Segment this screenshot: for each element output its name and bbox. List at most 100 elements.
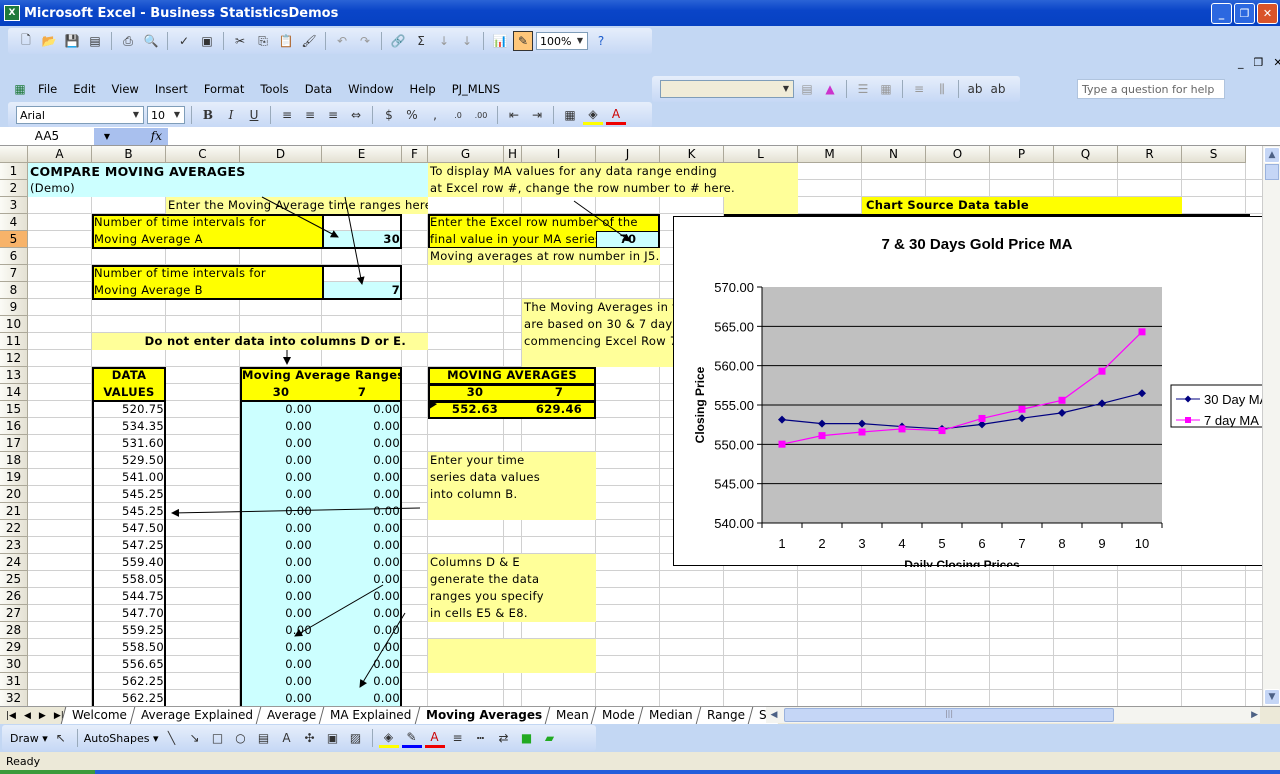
font-color-draw-icon[interactable]: A (424, 728, 445, 748)
row-header-8[interactable]: 8 (0, 282, 28, 299)
data-value-cell[interactable]: 559.25 (92, 622, 166, 639)
data-point-7-day[interactable] (778, 440, 786, 448)
help-search-input[interactable]: Type a question for help (1077, 79, 1225, 99)
row-header-5[interactable]: 5 (0, 231, 28, 248)
permission-icon[interactable]: ▤ (85, 31, 105, 51)
by-column-icon[interactable]: ⫼ (932, 79, 952, 99)
line-style-icon[interactable]: ≡ (448, 728, 468, 748)
data-point-7-day[interactable] (1138, 328, 1146, 336)
italic-button[interactable]: I (221, 105, 241, 125)
autoshapes-menu[interactable]: AutoShapes ▾ (84, 732, 159, 745)
data-point-7-day[interactable] (898, 425, 906, 433)
insert-function-icon[interactable]: fx (120, 127, 168, 145)
line-color-icon[interactable]: ✎ (401, 728, 422, 748)
redo-icon[interactable]: ↷ (355, 31, 375, 51)
sort-descending-icon[interactable]: ↓ (457, 31, 477, 51)
row-header-13[interactable]: 13 (0, 367, 28, 384)
column-header-h[interactable]: H (504, 146, 522, 163)
align-right-icon[interactable]: ≡ (323, 105, 343, 125)
column-header-s[interactable]: S (1182, 146, 1246, 163)
menu-window[interactable]: Window (348, 82, 393, 96)
paste-icon[interactable]: 📋 (276, 31, 296, 51)
wordart-icon[interactable]: A (277, 728, 297, 748)
row-header-11[interactable]: 11 (0, 333, 28, 350)
align-left-icon[interactable]: ≡ (277, 105, 297, 125)
menu-pj-mlns[interactable]: PJ_MLNS (452, 82, 500, 96)
percent-button[interactable]: % (402, 105, 422, 125)
legend-icon[interactable]: ☰ (853, 79, 873, 99)
formula-input[interactable] (168, 128, 1280, 145)
row-header-17[interactable]: 17 (0, 435, 28, 452)
sort-ascending-icon[interactable]: ↓ (434, 31, 454, 51)
tab-median[interactable]: Median (637, 707, 703, 724)
menu-format[interactable]: Format (204, 82, 245, 96)
menu-help[interactable]: Help (410, 82, 436, 96)
restore-button[interactable]: ❐ (1234, 3, 1255, 24)
row-header-30[interactable]: 30 (0, 656, 28, 673)
textbox-icon[interactable]: ▤ (254, 728, 274, 748)
tab-ma-explained[interactable]: MA Explained (318, 707, 422, 724)
row-header-7[interactable]: 7 (0, 265, 28, 282)
save-icon[interactable]: 💾 (62, 31, 82, 51)
horizontal-scroll-thumb[interactable]: ||| (784, 708, 1114, 722)
data-value-cell[interactable]: 541.00 (92, 469, 166, 486)
row-header-9[interactable]: 9 (0, 299, 28, 316)
data-value-cell[interactable]: 544.75 (92, 588, 166, 605)
row-header-16[interactable]: 16 (0, 418, 28, 435)
angle-text-up-icon[interactable]: ab (988, 79, 1008, 99)
row-header-18[interactable]: 18 (0, 452, 28, 469)
tab-moving-averages[interactable]: Moving Averages (414, 707, 552, 724)
data-point-7-day[interactable] (858, 428, 866, 436)
row-header-4[interactable]: 4 (0, 214, 28, 231)
row-header-6[interactable]: 6 (0, 248, 28, 265)
borders-icon[interactable]: ▦ (560, 105, 580, 125)
research-icon[interactable]: ▣ (197, 31, 217, 51)
row-header-22[interactable]: 22 (0, 520, 28, 537)
data-value-cell[interactable]: 547.70 (92, 605, 166, 622)
shadow-icon[interactable]: ■ (517, 728, 537, 748)
data-value-cell[interactable]: 547.25 (92, 537, 166, 554)
column-header-i[interactable]: I (522, 146, 596, 163)
scroll-down-button[interactable]: ▼ (1264, 689, 1280, 705)
align-center-icon[interactable]: ≡ (300, 105, 320, 125)
column-header-l[interactable]: L (724, 146, 798, 163)
data-point-7-day[interactable] (978, 414, 986, 422)
angle-text-down-icon[interactable]: ab (965, 79, 985, 99)
menu-view[interactable]: View (112, 82, 139, 96)
column-header-o[interactable]: O (926, 146, 990, 163)
column-header-d[interactable]: D (240, 146, 322, 163)
menu-edit[interactable]: Edit (73, 82, 95, 96)
copy-icon[interactable]: ⎘ (253, 31, 273, 51)
column-header-p[interactable]: P (990, 146, 1054, 163)
tab-welcome[interactable]: Welcome (60, 707, 138, 724)
font-size-select[interactable]: 10 ▼ (147, 106, 185, 124)
row-header-31[interactable]: 31 (0, 673, 28, 690)
column-header-c[interactable]: C (166, 146, 240, 163)
chart[interactable]: 7 & 30 Days Gold Price MA 540.00 545.00 550… (673, 216, 1280, 572)
row-header-24[interactable]: 24 (0, 554, 28, 571)
data-value-cell[interactable]: 559.40 (92, 554, 166, 571)
merge-center-icon[interactable]: ⇔ (346, 105, 366, 125)
fill-color-draw-icon[interactable]: ◈ (378, 728, 399, 748)
diagram-icon[interactable]: ✣ (300, 728, 320, 748)
row-header-21[interactable]: 21 (0, 503, 28, 520)
row-header-28[interactable]: 28 (0, 622, 28, 639)
data-value-cell[interactable]: 547.50 (92, 520, 166, 537)
increase-decimal-icon[interactable]: .0 (448, 105, 468, 125)
scroll-right-button[interactable]: ▶ (1251, 710, 1258, 720)
column-header-b[interactable]: B (92, 146, 166, 163)
data-value-cell[interactable]: 556.65 (92, 656, 166, 673)
line-icon[interactable]: ╲ (162, 728, 182, 748)
data-point-7-day[interactable] (1058, 396, 1066, 404)
help-icon[interactable]: ? (591, 31, 611, 51)
column-header-q[interactable]: Q (1054, 146, 1118, 163)
data-value-cell[interactable]: 558.50 (92, 639, 166, 656)
oval-icon[interactable]: ○ (231, 728, 251, 748)
row-header-19[interactable]: 19 (0, 469, 28, 486)
fill-color-icon[interactable]: ◈ (583, 105, 603, 125)
column-header-n[interactable]: N (862, 146, 926, 163)
data-value-cell[interactable]: 520.75 (92, 401, 166, 418)
vertical-scroll-thumb[interactable] (1265, 164, 1279, 180)
data-point-7-day[interactable] (938, 427, 946, 435)
data-table-icon[interactable]: ▦ (876, 79, 896, 99)
